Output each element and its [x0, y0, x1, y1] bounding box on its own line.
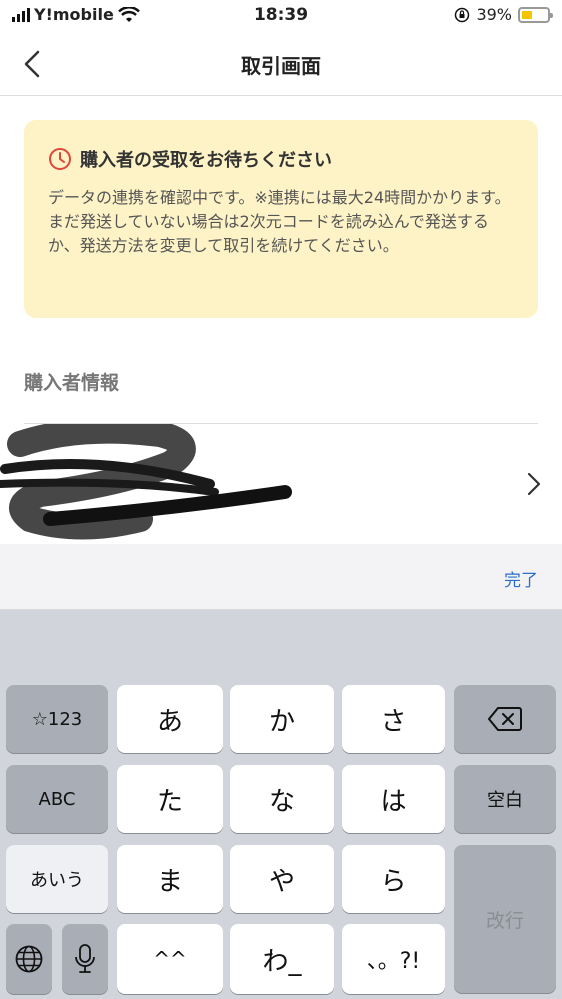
status-bar: Y!mobile 18:39 39%	[0, 0, 562, 34]
battery-icon	[518, 6, 553, 23]
japanese-keyboard: ☆123 あ か さ ABC た な は 空白 あいう ま や ら 改行 ^^ …	[0, 610, 562, 999]
notice-body: データの連携を確認中です。※連携には最大24時間かかります。まだ発送していない場…	[48, 188, 511, 255]
key-ha-row[interactable]: は	[342, 765, 445, 833]
navigation-bar: 取引画面	[0, 34, 562, 96]
symbols-key[interactable]: ☆123	[6, 685, 108, 753]
microphone-icon	[75, 944, 95, 973]
key-ya-row[interactable]: や	[230, 845, 334, 913]
globe-icon	[15, 945, 43, 973]
battery-group: 39%	[454, 5, 553, 24]
redaction-scribble	[0, 424, 292, 540]
battery-percent: 39%	[476, 5, 512, 24]
kana-key[interactable]: あいう	[6, 845, 108, 913]
key-wa-row[interactable]: わ_	[230, 924, 334, 994]
clock-icon	[49, 148, 71, 170]
key-punctuation[interactable]: 、。?!	[342, 924, 445, 994]
key-dakuten[interactable]: ^^	[117, 924, 223, 994]
buyer-info-row[interactable]	[0, 424, 562, 544]
key-sa-row[interactable]: さ	[342, 685, 445, 753]
globe-key[interactable]	[6, 924, 52, 994]
key-ma-row[interactable]: ま	[117, 845, 223, 913]
keyboard-accessory-bar: 完了	[0, 544, 562, 610]
key-ta-row[interactable]: た	[117, 765, 223, 833]
page-title: 取引画面	[241, 54, 321, 78]
key-ra-row[interactable]: ら	[342, 845, 445, 913]
space-key[interactable]: 空白	[454, 765, 556, 833]
dictation-key[interactable]	[62, 924, 108, 994]
key-ka-row[interactable]: か	[230, 685, 334, 753]
buyer-section-label: 購入者情報	[24, 372, 120, 394]
orientation-lock-icon	[455, 7, 470, 22]
notice-heading: 購入者の受取をお待ちください	[80, 150, 332, 171]
delete-key[interactable]	[454, 685, 556, 753]
backspace-icon	[488, 707, 522, 731]
chevron-right-icon	[527, 472, 541, 496]
abc-key[interactable]: ABC	[6, 765, 108, 833]
waiting-notice: 購入者の受取をお待ちください データの連携を確認中です。※連携には最大24時間か…	[24, 120, 538, 318]
notice-heading-row: 購入者の受取をお待ちください	[48, 146, 514, 172]
key-na-row[interactable]: な	[230, 765, 334, 833]
key-a-row[interactable]: あ	[117, 685, 223, 753]
return-key[interactable]: 改行	[454, 845, 556, 993]
done-button[interactable]: 完了	[504, 566, 538, 591]
